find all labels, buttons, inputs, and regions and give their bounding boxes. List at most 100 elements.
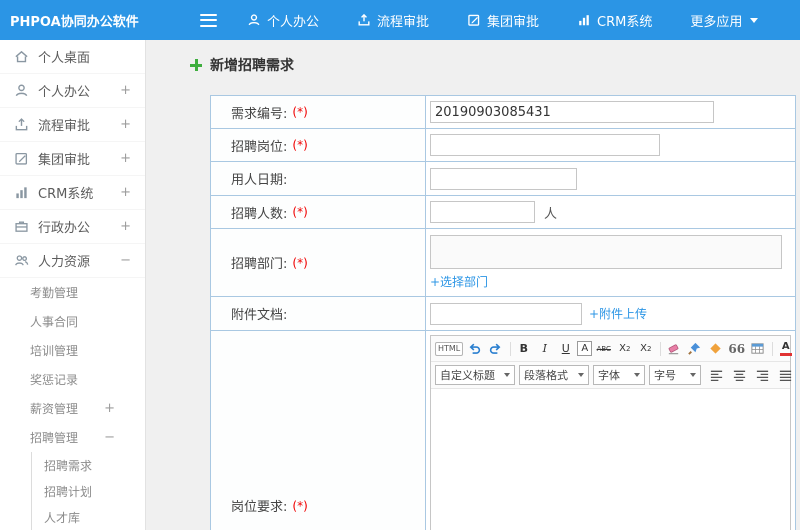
field-label: 招聘人数: — [231, 206, 288, 222]
toolbar-divider — [660, 341, 662, 356]
redo-button[interactable] — [486, 339, 505, 358]
topnav-label: 更多应用 — [690, 14, 743, 30]
font-color-button[interactable]: A — [776, 339, 795, 358]
subscript-button[interactable]: X2 — [636, 339, 655, 358]
strikethrough-button[interactable]: ABC — [594, 339, 613, 358]
font-style-button[interactable]: A — [577, 341, 593, 356]
highlight-color-icon[interactable] — [706, 339, 725, 358]
people-icon — [14, 253, 29, 268]
collapse-toggle[interactable]: − — [120, 253, 131, 268]
sidebar-item-workflow-approval[interactable]: 流程审批 + — [0, 108, 145, 142]
expand-toggle[interactable]: + — [120, 117, 131, 132]
sidebar-subitem-rewards[interactable]: 奖惩记录 — [0, 365, 145, 394]
paragraph-format-select[interactable]: 段落格式 — [519, 365, 589, 385]
align-left-icon[interactable] — [707, 366, 726, 385]
sidebar-subitem-personnel-contract[interactable]: 人事合同 — [0, 307, 145, 336]
topnav-workflow-approval[interactable]: 流程审批 — [357, 11, 429, 30]
eraser-icon[interactable] — [664, 339, 683, 358]
expand-toggle[interactable]: + — [120, 219, 131, 234]
sidebar-item-label: 集团审批 — [38, 153, 91, 168]
undo-button[interactable] — [465, 339, 484, 358]
italic-button[interactable]: I — [535, 339, 554, 358]
field-label: 岗位要求: — [231, 500, 288, 515]
headcount-input[interactable] — [430, 201, 535, 223]
top-navigation: 个人办公 流程审批 集团审批 CRM系统 更多应用 — [247, 11, 796, 30]
sidebar-item-label: 人力资源 — [38, 255, 91, 270]
topnav-crm[interactable]: CRM系统 — [577, 11, 652, 30]
required-mark: (*) — [292, 255, 308, 270]
sidebar-subitem-recruit-plan[interactable]: 招聘计划 — [32, 478, 145, 504]
headcount-unit: 人 — [544, 206, 558, 222]
topnav-group-approval[interactable]: 集团审批 — [467, 11, 539, 30]
field-label: 招聘岗位: — [231, 139, 288, 155]
chevron-down-icon — [750, 17, 759, 23]
align-center-icon[interactable] — [730, 366, 749, 385]
topnav-label: CRM系统 — [597, 14, 653, 30]
chevron-down-icon — [578, 373, 584, 377]
heading-select[interactable]: 自定义标题 — [435, 365, 515, 385]
format-painter-icon[interactable] — [685, 339, 704, 358]
sidebar-item-admin-office[interactable]: 行政办公 + — [0, 210, 145, 244]
upload-icon — [14, 117, 29, 132]
bold-button[interactable]: B — [514, 339, 533, 358]
sidebar-item-personal-desktop[interactable]: 个人桌面 — [0, 40, 145, 74]
collapse-toggle[interactable]: − — [104, 430, 115, 445]
department-textarea[interactable] — [430, 235, 782, 269]
topnav-more-apps[interactable]: 更多应用 — [690, 11, 759, 30]
blockquote-button[interactable]: 66 — [727, 339, 746, 358]
field-label: 用人日期: — [231, 173, 288, 188]
sidebar-item-personal-office[interactable]: 个人办公 + — [0, 74, 145, 108]
editor-toolbar-row-1: HTML B I U A ABC X2 X 2 66 A — [431, 336, 792, 362]
required-mark: (*) — [292, 205, 308, 219]
align-right-icon[interactable] — [753, 366, 772, 385]
position-input[interactable] — [430, 134, 660, 156]
topnav-personal-office[interactable]: 个人办公 — [247, 11, 319, 30]
sidebar-subitem-attendance[interactable]: 考勤管理 — [0, 278, 145, 307]
sidebar-subitem-salary[interactable]: 薪资管理 + — [0, 394, 145, 423]
required-mark: (*) — [292, 105, 308, 119]
sidebar-item-crm[interactable]: CRM系统 + — [0, 176, 145, 210]
align-justify-icon[interactable] — [776, 366, 795, 385]
request-number-input[interactable] — [430, 101, 714, 123]
sidebar-subitem-recruitment[interactable]: 招聘管理 − — [0, 423, 145, 452]
source-code-button[interactable]: HTML — [435, 341, 464, 356]
required-mark: (*) — [292, 138, 308, 152]
table-icon[interactable] — [748, 339, 767, 358]
sidebar-subitem-talent-pool[interactable]: 人才库 — [32, 504, 145, 530]
expand-toggle[interactable]: + — [120, 83, 131, 98]
sidebar-item-label: 个人桌面 — [38, 51, 91, 66]
sidebar-item-label: CRM系统 — [38, 187, 94, 202]
bar-chart-icon — [14, 185, 29, 200]
editor-content-area[interactable] — [431, 389, 790, 530]
expand-toggle[interactable]: + — [104, 401, 115, 416]
form-row-department: 招聘部门: (*) +选择部门 — [211, 229, 795, 297]
superscript-button[interactable]: X2 — [615, 339, 634, 358]
field-label: 需求编号: — [231, 106, 288, 122]
sidebar-item-human-resources[interactable]: 人力资源 − — [0, 244, 145, 278]
page-header: 新增招聘需求 — [190, 55, 800, 75]
home-icon — [14, 49, 29, 64]
sidebar-item-label: 流程审批 — [38, 119, 91, 134]
hire-date-input[interactable] — [430, 167, 577, 190]
form-row-position: 招聘岗位: (*) — [211, 129, 795, 162]
upload-attachment-link[interactable]: +附件上传 — [589, 305, 647, 322]
select-department-link[interactable]: +选择部门 — [430, 273, 488, 290]
sidebar-item-group-approval[interactable]: 集团审批 + — [0, 142, 145, 176]
recruitment-submenu: 招聘需求 招聘计划 人才库 — [31, 452, 145, 530]
font-family-select[interactable]: 字体 — [593, 365, 645, 385]
attachment-input[interactable] — [430, 302, 582, 325]
expand-toggle[interactable]: + — [120, 151, 131, 166]
underline-button[interactable]: U — [556, 339, 575, 358]
top-bar: PHPOA协同办公软件 个人办公 流程审批 集团审批 CRM系统 更多应用 — [0, 0, 800, 40]
recruitment-request-form: 需求编号: (*) 招聘岗位: (*) 用人日期: — [210, 95, 796, 530]
expand-toggle[interactable]: + — [120, 185, 131, 200]
font-size-select[interactable]: 字号 — [649, 365, 701, 385]
main-content: 新增招聘需求 需求编号: (*) 招聘岗位: (*) 用人日期: — [146, 40, 800, 530]
rich-text-editor: HTML B I U A ABC X2 X 2 66 A 自定义标题 段落格式 … — [430, 335, 792, 530]
sidebar-subitem-training[interactable]: 培训管理 — [0, 336, 145, 365]
sidebar-subitem-recruit-demand[interactable]: 招聘需求 — [32, 452, 145, 478]
menu-toggle-icon[interactable] — [200, 13, 217, 27]
sidebar: 个人桌面 个人办公 + 流程审批 + 集团审批 + CRM系统 + 行政办公 + — [0, 40, 146, 530]
user-icon — [14, 83, 29, 98]
user-icon — [247, 13, 261, 27]
